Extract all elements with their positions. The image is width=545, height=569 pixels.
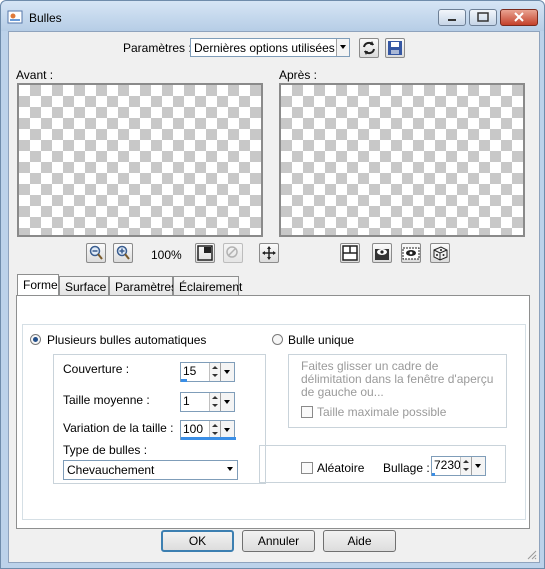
couverture-value: 15 — [183, 364, 197, 378]
max-size-checkbox[interactable] — [301, 406, 313, 418]
taille-value: 1 — [183, 394, 190, 408]
random-checkbox[interactable] — [301, 462, 313, 474]
tab-eclairement[interactable]: Éclairement — [173, 276, 242, 295]
chevron-down-icon[interactable] — [220, 363, 234, 381]
tab-forme[interactable]: Forme — [17, 274, 59, 295]
zoom-in-icon — [116, 245, 130, 260]
split-view-button[interactable] — [340, 243, 360, 263]
eye-icon — [375, 249, 389, 260]
type-dropdown[interactable]: Chevauchement — [63, 460, 238, 480]
seed-slider[interactable] — [432, 473, 435, 476]
zoom-out-icon — [89, 245, 103, 260]
cancel-button[interactable]: Annuler — [242, 530, 315, 552]
couverture-label: Couverture : — [63, 362, 130, 376]
fit-view-button[interactable] — [195, 243, 215, 263]
chevron-down-icon[interactable] — [471, 457, 485, 475]
minimize-button[interactable] — [438, 9, 466, 26]
maximize-button[interactable] — [469, 9, 497, 26]
variation-value: 100 — [183, 422, 204, 436]
dialog-body: Paramètres : Dernières options utilisées… — [8, 31, 540, 563]
title-bar[interactable]: Bulles — [1, 1, 544, 31]
couverture-spinner[interactable]: 15 — [180, 362, 235, 382]
taille-label: Taille moyenne : — [63, 393, 150, 407]
auto-bubbles-radio[interactable] — [30, 334, 41, 345]
tab-surface[interactable]: Surface — [59, 276, 109, 295]
close-icon — [514, 12, 524, 22]
pan-button[interactable] — [259, 243, 279, 263]
max-size-label: Taille maximale possible — [317, 405, 447, 419]
refresh-icon — [363, 41, 375, 55]
dice-icon — [433, 246, 448, 261]
single-bubble-radio[interactable] — [272, 334, 283, 345]
single-bubble-hint: Faites glisser un cadre de délimitation … — [301, 359, 494, 399]
help-button[interactable]: Aide — [323, 530, 396, 552]
type-value: Chevauchement — [67, 463, 155, 477]
params-dropdown[interactable]: Dernières options utilisées — [190, 38, 350, 57]
window-title: Bulles — [29, 11, 62, 25]
seed-value: 7230 — [434, 458, 461, 472]
after-label: Après : — [279, 68, 318, 82]
reset-params-button[interactable] — [359, 38, 379, 58]
seed-label: Bullage : — [383, 461, 430, 475]
zoom-in-button[interactable] — [113, 243, 133, 263]
params-value: Dernières options utilisées — [194, 41, 335, 55]
fit-view-icon — [197, 245, 213, 261]
type-label: Type de bulles : — [63, 443, 148, 457]
chevron-down-icon — [224, 461, 237, 479]
params-label: Paramètres : — [123, 41, 192, 55]
preview-before[interactable] — [17, 83, 263, 237]
before-label: Avant : — [16, 68, 54, 82]
locator-icon — [226, 246, 238, 258]
close-button[interactable] — [500, 9, 538, 26]
zoom-level: 100% — [151, 248, 182, 262]
tab-parametres[interactable]: Paramètres — [109, 276, 177, 295]
move-icon — [262, 246, 276, 260]
ok-button[interactable]: OK — [161, 530, 234, 552]
preview-on-image-button[interactable] — [372, 243, 392, 263]
single-bubble-label: Bulle unique — [288, 333, 355, 347]
chevron-down-icon[interactable] — [220, 393, 234, 411]
dialog-window: Bulles Paramètres : Dernières options ut… — [0, 0, 545, 569]
seed-spinner[interactable]: 7230 — [431, 456, 486, 476]
app-icon — [7, 10, 23, 24]
maximize-icon — [477, 12, 489, 22]
zoom-out-button[interactable] — [86, 243, 106, 263]
locator-button[interactable] — [223, 243, 243, 263]
eye-auto-icon — [402, 247, 420, 260]
auto-bubbles-label: Plusieurs bulles automatiques — [47, 333, 207, 347]
preview-after[interactable] — [279, 83, 525, 237]
save-params-button[interactable] — [385, 38, 405, 58]
auto-preview-button[interactable] — [401, 243, 421, 263]
variation-spinner[interactable]: 100 — [180, 420, 236, 440]
random-label: Aléatoire — [317, 461, 365, 475]
forme-panel: Plusieurs bulles automatiques Couverture… — [16, 295, 530, 529]
variation-slider[interactable] — [181, 437, 236, 440]
minimize-icon — [448, 19, 456, 21]
randomize-button[interactable] — [430, 243, 450, 263]
variation-label: Variation de la taille : — [63, 421, 174, 435]
save-icon — [388, 41, 402, 55]
split-view-icon — [342, 245, 358, 261]
couverture-slider[interactable] — [181, 379, 187, 382]
taille-spinner[interactable]: 1 — [180, 392, 235, 412]
chevron-down-icon — [336, 39, 349, 56]
resize-grip-icon[interactable] — [525, 548, 537, 560]
